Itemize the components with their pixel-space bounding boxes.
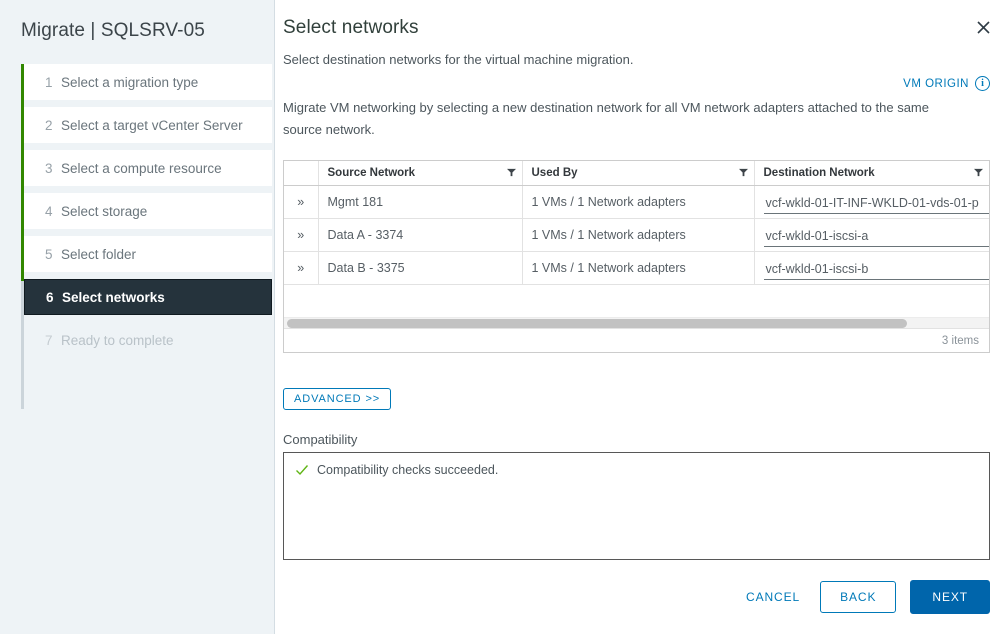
wizard-title: Migrate | SQLSRV-05 bbox=[0, 0, 274, 42]
table-horizontal-scrollbar[interactable] bbox=[284, 317, 989, 328]
table-header-row: Source Network Used By bbox=[284, 161, 989, 186]
cell-used-by: 1 VMs / 1 Network adapters bbox=[522, 219, 754, 252]
sidebar-step-7[interactable]: 7Ready to complete bbox=[24, 322, 272, 358]
vm-origin-row: VM ORIGIN i bbox=[275, 76, 1008, 91]
vm-origin-link[interactable]: VM ORIGIN bbox=[903, 78, 969, 90]
sidebar-step-2[interactable]: 2Select a target vCenter Server bbox=[24, 107, 272, 143]
sidebar-step-number: 4 bbox=[45, 204, 61, 219]
sidebar-step-label: Select folder bbox=[61, 247, 136, 262]
table-header-destination-network: Destination Network bbox=[754, 161, 989, 186]
sidebar-step-label: Select a target vCenter Server bbox=[61, 118, 243, 133]
cell-used-by: 1 VMs / 1 Network adapters bbox=[522, 252, 754, 285]
filter-funnel-icon[interactable] bbox=[974, 168, 983, 177]
expand-row-icon[interactable]: » bbox=[284, 252, 318, 285]
table-footer: 3 items bbox=[284, 328, 989, 352]
sidebar-step-5[interactable]: 5Select folder bbox=[24, 236, 272, 272]
cell-destination-network: vcf-wkld-01-iscsi-b bbox=[754, 252, 989, 285]
compatibility-status: Compatibility checks succeeded. bbox=[295, 463, 989, 477]
wizard-sidebar: Migrate | SQLSRV-05 1Select a migration … bbox=[0, 0, 275, 634]
compatibility-label: Compatibility bbox=[283, 432, 1008, 447]
page-description: Migrate VM networking by selecting a new… bbox=[275, 91, 975, 142]
filter-funnel-icon[interactable] bbox=[739, 168, 748, 177]
cell-source-network: Mgmt 181 bbox=[318, 186, 522, 219]
table-item-count: 3 items bbox=[942, 335, 979, 347]
sidebar-step-1[interactable]: 1Select a migration type bbox=[24, 64, 272, 100]
destination-network-select[interactable]: vcf-wkld-01-IT-INF-WKLD-01-vds-01-p bbox=[764, 194, 989, 214]
table-empty-space bbox=[284, 285, 989, 317]
compatibility-box: Compatibility checks succeeded. bbox=[283, 452, 990, 560]
cell-destination-network: vcf-wkld-01-IT-INF-WKLD-01-vds-01-p bbox=[754, 186, 989, 219]
next-button[interactable]: NEXT bbox=[910, 580, 990, 614]
sidebar-step-4[interactable]: 4Select storage bbox=[24, 193, 272, 229]
expand-row-icon[interactable]: » bbox=[284, 219, 318, 252]
destination-network-select[interactable]: vcf-wkld-01-iscsi-b bbox=[764, 260, 989, 280]
scrollbar-thumb[interactable] bbox=[287, 319, 907, 328]
wizard-steps-container: 1Select a migration type 2Select a target… bbox=[0, 64, 274, 358]
cancel-button[interactable]: CANCEL bbox=[740, 582, 806, 612]
page-title: Select networks bbox=[275, 0, 1008, 39]
table-header-used-by: Used By bbox=[522, 161, 754, 186]
sidebar-step-number: 5 bbox=[45, 247, 61, 262]
cell-destination-network: vcf-wkld-01-iscsi-a bbox=[754, 219, 989, 252]
sidebar-step-6[interactable]: 6Select networks bbox=[24, 279, 272, 315]
compatibility-status-text: Compatibility checks succeeded. bbox=[317, 463, 498, 477]
sidebar-step-label: Select networks bbox=[62, 290, 165, 305]
sidebar-step-label: Select a migration type bbox=[61, 75, 198, 90]
cell-source-network: Data A - 3374 bbox=[318, 219, 522, 252]
sidebar-step-label: Ready to complete bbox=[61, 333, 174, 348]
sidebar-step-number: 3 bbox=[45, 161, 61, 176]
expand-row-icon[interactable]: » bbox=[284, 186, 318, 219]
info-icon[interactable]: i bbox=[975, 76, 990, 91]
sidebar-step-label: Select storage bbox=[61, 204, 147, 219]
check-icon bbox=[295, 463, 309, 477]
back-button[interactable]: BACK bbox=[820, 581, 896, 613]
sidebar-step-number: 2 bbox=[45, 118, 61, 133]
sidebar-step-number: 1 bbox=[45, 75, 61, 90]
table-header-used-by-label: Used By bbox=[532, 167, 578, 179]
table-header-source-network: Source Network bbox=[318, 161, 522, 186]
networks-table: Source Network Used By bbox=[283, 160, 990, 354]
wizard-main-panel: Select networks Select destination netwo… bbox=[275, 0, 1008, 634]
sidebar-step-3[interactable]: 3Select a compute resource bbox=[24, 150, 272, 186]
close-icon[interactable] bbox=[970, 14, 996, 40]
cell-source-network: Data B - 3375 bbox=[318, 252, 522, 285]
table-row[interactable]: »Data A - 33741 VMs / 1 Network adapters… bbox=[284, 219, 989, 252]
cell-used-by: 1 VMs / 1 Network adapters bbox=[522, 186, 754, 219]
page-subtitle: Select destination networks for the virt… bbox=[275, 39, 1008, 67]
table-row[interactable]: »Data B - 33751 VMs / 1 Network adapters… bbox=[284, 252, 989, 285]
sidebar-step-label: Select a compute resource bbox=[61, 161, 222, 176]
wizard-step-list: 1Select a migration type 2Select a target… bbox=[21, 64, 274, 358]
wizard-footer: CANCEL BACK NEXT bbox=[740, 580, 990, 614]
filter-funnel-icon[interactable] bbox=[507, 168, 516, 177]
table-header-destination-network-label: Destination Network bbox=[764, 167, 875, 179]
table-body: »Mgmt 1811 VMs / 1 Network adapters vcf-w… bbox=[284, 186, 989, 285]
destination-network-select[interactable]: vcf-wkld-01-iscsi-a bbox=[764, 227, 989, 247]
sidebar-step-number: 6 bbox=[46, 290, 62, 305]
table-row[interactable]: »Mgmt 1811 VMs / 1 Network adapters vcf-w… bbox=[284, 186, 989, 219]
advanced-button[interactable]: ADVANCED >> bbox=[283, 388, 391, 410]
table-header-source-network-label: Source Network bbox=[328, 167, 416, 179]
migrate-wizard-dialog: Migrate | SQLSRV-05 1Select a migration … bbox=[0, 0, 1008, 634]
sidebar-step-number: 7 bbox=[45, 333, 61, 348]
table-header-expand bbox=[284, 161, 318, 186]
